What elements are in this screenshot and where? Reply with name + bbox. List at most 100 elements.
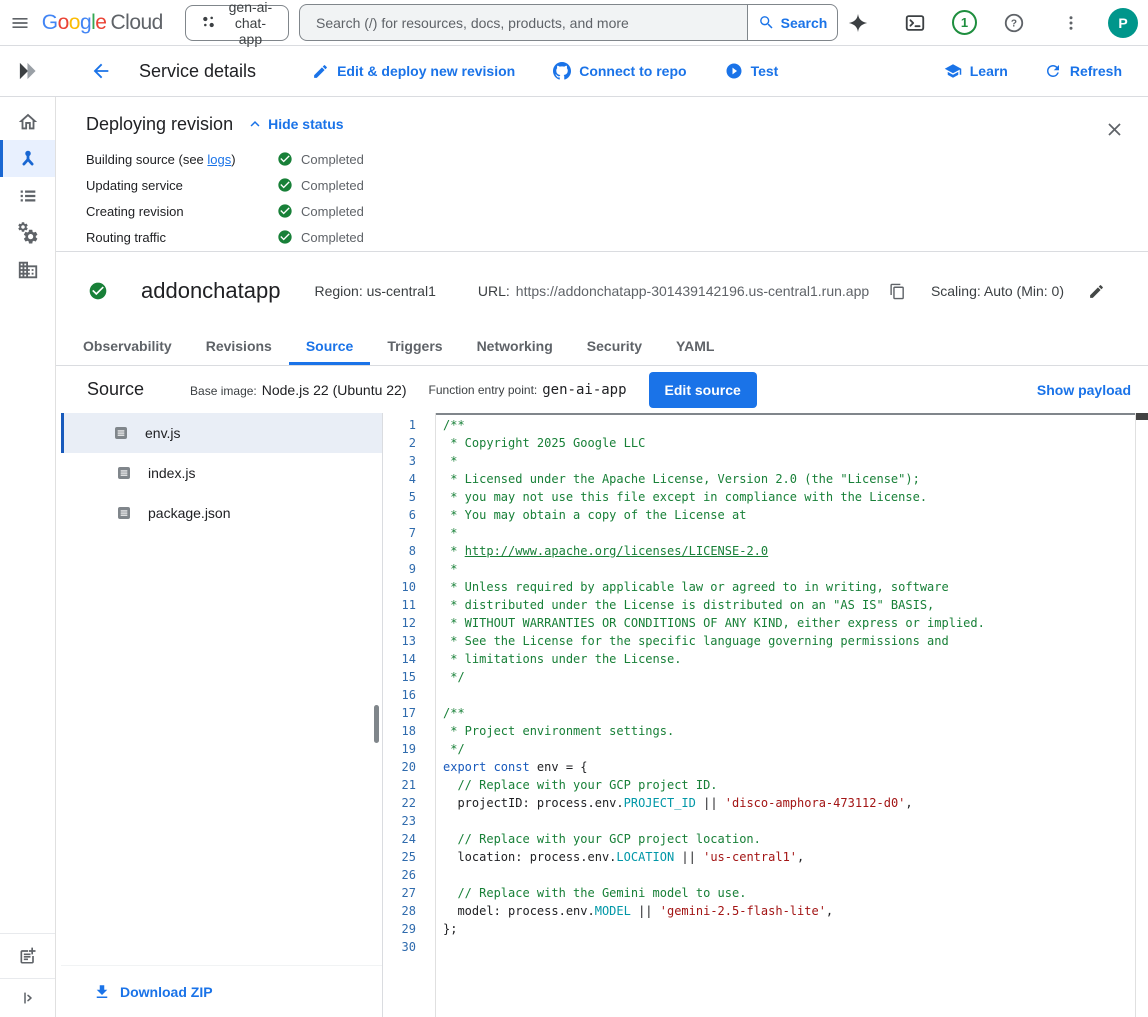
check-circle-icon: [277, 151, 293, 167]
search-button[interactable]: Search: [747, 4, 838, 41]
more-options-button[interactable]: [1051, 3, 1091, 43]
tab-security[interactable]: Security: [570, 330, 659, 365]
file-panel-scrollbar-thumb[interactable]: [374, 705, 379, 743]
copy-url-button[interactable]: [883, 277, 911, 305]
code-line: export const env = {: [443, 758, 1130, 776]
logo-cloud-text: Cloud: [110, 11, 162, 34]
code-line: * WITHOUT WARRANTIES OR CONDITIONS OF AN…: [443, 614, 1130, 632]
service-name: addonchatapp: [141, 278, 280, 304]
tab-networking[interactable]: Networking: [460, 330, 570, 365]
download-zip-button[interactable]: Download ZIP: [61, 965, 382, 1017]
edit-icon: [312, 63, 329, 80]
line-number: 22: [383, 794, 416, 812]
status-row-creating-revision: Creating revision Completed: [86, 198, 1124, 224]
cloud-shell-button[interactable]: [895, 3, 935, 43]
file-item-package-json[interactable]: package.json: [61, 493, 382, 533]
status-value: Completed: [277, 177, 364, 193]
source-body: env.js index.js package.json: [56, 413, 1148, 1017]
code-line: * http://www.apache.org/licenses/LICENSE…: [443, 542, 1130, 560]
status-value: Completed: [277, 203, 364, 219]
sidebar-item-organization[interactable]: [0, 251, 55, 288]
code-line: // Replace with your GCP project ID.: [443, 776, 1130, 794]
project-icon: [200, 14, 217, 31]
file-item-index-js[interactable]: index.js: [61, 453, 382, 493]
main-menu-button[interactable]: [8, 3, 32, 43]
tab-observability[interactable]: Observability: [66, 330, 189, 365]
search-input[interactable]: [299, 4, 747, 41]
three-dot-icon: [1062, 14, 1080, 32]
code-line: location: process.env.LOCATION || 'us-ce…: [443, 848, 1130, 866]
header-right-icons: 1 ? P: [838, 3, 1143, 43]
status-label: Building source (see logs): [86, 152, 277, 167]
code-line: * Project environment settings.: [443, 722, 1130, 740]
sidebar-item-release-notes[interactable]: [0, 934, 55, 978]
service-tabs: Observability Revisions Source Triggers …: [56, 330, 1148, 366]
check-circle-icon: [277, 177, 293, 193]
sidebar-item-list[interactable]: [0, 177, 55, 214]
line-number: 26: [383, 866, 416, 884]
back-button[interactable]: [81, 51, 121, 91]
file-item-env-js[interactable]: env.js: [61, 413, 382, 453]
file-icon: [116, 465, 132, 481]
code-line: */: [443, 668, 1130, 686]
play-icon: [725, 62, 743, 80]
edit-source-button[interactable]: Edit source: [649, 372, 757, 408]
logs-link[interactable]: logs: [207, 152, 231, 167]
edit-scaling-button[interactable]: [1082, 277, 1110, 305]
google-cloud-logo: GoogleCloud: [42, 11, 163, 35]
code-editor[interactable]: 1234567891011121314151617181920212223242…: [383, 413, 1148, 1017]
code-line: [443, 812, 1130, 830]
editor-scrollbar-thumb[interactable]: [1136, 413, 1148, 420]
tab-yaml[interactable]: YAML: [659, 330, 731, 365]
code-line: * Licensed under the Apache License, Ver…: [443, 470, 1130, 488]
status-label: Creating revision: [86, 204, 277, 219]
service-toolbar: Service details Edit & deploy new revisi…: [0, 46, 1148, 97]
tab-revisions[interactable]: Revisions: [189, 330, 289, 365]
status-label: Routing traffic: [86, 230, 277, 245]
gemini-button[interactable]: [838, 3, 878, 43]
tab-source[interactable]: Source: [289, 330, 370, 365]
code-line: /**: [443, 704, 1130, 722]
service-status-check-icon: [88, 281, 108, 301]
tab-triggers[interactable]: Triggers: [370, 330, 459, 365]
edit-deploy-revision-button[interactable]: Edit & deploy new revision: [312, 63, 515, 80]
help-button[interactable]: ?: [994, 3, 1034, 43]
code-line: };: [443, 920, 1130, 938]
editor-scrollbar[interactable]: [1135, 413, 1148, 1017]
github-icon: [553, 62, 571, 80]
test-button[interactable]: Test: [725, 62, 779, 80]
sidebar-item-home[interactable]: [0, 103, 55, 140]
show-payload-link[interactable]: Show payload: [1037, 382, 1131, 398]
scaling-group: Scaling: Auto (Min: 0): [931, 277, 1110, 305]
sidebar-item-services[interactable]: [0, 140, 55, 177]
chevron-up-icon: [246, 115, 264, 133]
learn-button[interactable]: Learn: [944, 62, 1008, 80]
code-line: // Replace with your GCP project locatio…: [443, 830, 1130, 848]
gears-icon: [16, 221, 40, 245]
help-icon: ?: [1003, 12, 1025, 34]
learn-icon: [944, 62, 962, 80]
file-icon: [116, 505, 132, 521]
connect-to-repo-button[interactable]: Connect to repo: [553, 62, 686, 80]
hide-status-button[interactable]: Hide status: [246, 115, 343, 133]
close-icon: [1104, 119, 1125, 140]
notifications-badge[interactable]: 1: [952, 10, 977, 35]
account-avatar[interactable]: P: [1108, 8, 1138, 38]
sidebar-collapse-toggle[interactable]: [0, 979, 55, 1017]
check-circle-icon: [277, 203, 293, 219]
service-scaling: Scaling: Auto (Min: 0): [931, 283, 1064, 299]
check-circle-icon: [277, 229, 293, 245]
close-status-button[interactable]: [1094, 109, 1134, 149]
download-icon: [93, 983, 111, 1001]
project-selector[interactable]: gen-ai-chat-app: [185, 5, 289, 41]
back-arrow-icon: [90, 60, 112, 82]
line-number: 18: [383, 722, 416, 740]
deploy-status-title: Deploying revision: [86, 114, 233, 135]
sidebar-item-settings[interactable]: [0, 214, 55, 251]
line-number: 28: [383, 902, 416, 920]
line-number: 23: [383, 812, 416, 830]
line-number: 5: [383, 488, 416, 506]
line-number: 24: [383, 830, 416, 848]
refresh-button[interactable]: Refresh: [1044, 62, 1122, 80]
code-line: * you may not use this file except in co…: [443, 488, 1130, 506]
